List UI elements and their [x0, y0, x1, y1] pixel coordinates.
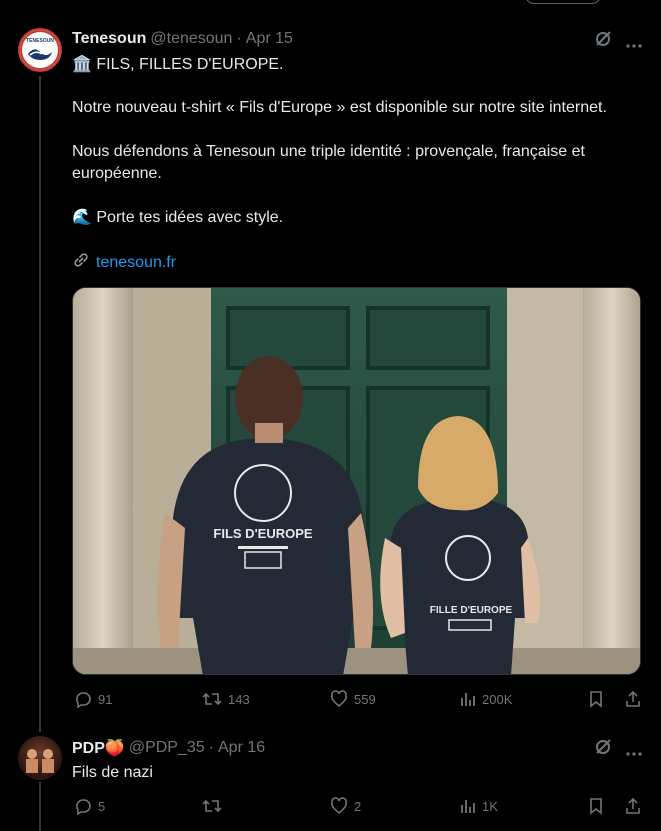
views-button[interactable]: 1K — [458, 797, 498, 815]
avatar-label: TENESOUN — [26, 38, 54, 44]
like-button[interactable]: 2 — [330, 797, 361, 815]
like-button[interactable]: 559 — [330, 690, 376, 708]
bookmark-button[interactable] — [588, 690, 604, 708]
avatar[interactable] — [18, 736, 62, 780]
reply-actions: 5 2 1K — [72, 797, 642, 817]
shirt-print-text: FILLE D'EUROPE — [430, 605, 513, 616]
separator-dot: · — [208, 739, 214, 756]
tweet-link[interactable]: tenesoun.fr — [72, 251, 176, 274]
like-count: 559 — [354, 691, 376, 707]
share-button[interactable] — [624, 797, 642, 815]
reply-icon — [76, 799, 91, 815]
view-count: 200K — [482, 691, 513, 707]
link-icon — [72, 251, 90, 274]
view-count: 1K — [482, 798, 498, 814]
heart-icon — [330, 690, 348, 708]
tweet-text-line: 🏛️ FILS, FILLES D'EUROPE. — [72, 56, 284, 73]
link-url[interactable]: tenesoun.fr — [96, 254, 176, 272]
tweet-text-line: 🌊 Porte tes idées avec style. — [72, 209, 284, 226]
share-icon — [626, 797, 640, 814]
retweet-button[interactable] — [202, 797, 228, 815]
author-handle[interactable]: @tenesoun — [150, 30, 232, 48]
more-options-icon[interactable] — [626, 35, 642, 49]
views-button[interactable]: 200K — [458, 690, 512, 708]
author-handle[interactable]: @PDP_35 — [129, 739, 205, 757]
retweet-icon — [202, 692, 222, 706]
reply-icon — [76, 692, 91, 708]
bar-chart-icon — [461, 693, 475, 706]
bookmark-icon — [590, 691, 602, 708]
tweet-actions: 91 143 559 200K — [72, 690, 642, 710]
share-button[interactable] — [624, 690, 642, 708]
avatar[interactable]: TENESOUN — [18, 28, 62, 72]
reply-button[interactable]: 91 — [74, 690, 112, 708]
reply-date[interactable]: Apr 16 — [218, 739, 265, 757]
heart-icon — [330, 797, 348, 815]
reply-button[interactable]: 5 — [74, 797, 105, 815]
separator-dot: · — [236, 30, 242, 47]
thread-connector — [39, 76, 41, 732]
photo-image: FILS D'EUROPE FILLE D'EUROPE — [73, 288, 640, 674]
reply-text: Fils de nazi — [72, 764, 153, 781]
thread-connector — [39, 782, 41, 831]
reply-header: PDP🍑 @PDP_35 · Apr 16 — [72, 738, 265, 758]
tweet-date[interactable]: Apr 15 — [246, 30, 293, 48]
bookmark-button[interactable] — [588, 797, 604, 815]
author-name[interactable]: PDP🍑 — [72, 738, 125, 758]
tenesoun-logo: TENESOUN — [20, 30, 60, 70]
reply-count: 5 — [98, 798, 106, 814]
retweet-icon — [202, 799, 222, 813]
grok-icon[interactable] — [594, 30, 612, 53]
bookmark-icon — [590, 798, 602, 815]
retweet-button[interactable]: 143 — [202, 690, 250, 708]
shirt-print-text: FILS D'EUROPE — [213, 526, 312, 541]
tweet-text-line: Notre nouveau t-shirt « Fils d'Europe » … — [72, 99, 607, 116]
author-name[interactable]: Tenesoun — [72, 30, 146, 48]
grok-icon[interactable] — [594, 738, 612, 761]
tweet-text-line: Nous défendons à Tenesoun une triple ide… — [72, 143, 585, 182]
like-count: 2 — [354, 798, 362, 814]
show-more-button[interactable] — [525, 0, 601, 4]
reply-count: 91 — [98, 691, 113, 707]
bar-chart-icon — [461, 800, 475, 813]
tweet-header: Tenesoun @tenesoun · Apr 15 — [72, 30, 293, 48]
share-icon — [626, 690, 640, 707]
retweet-count: 143 — [228, 691, 250, 707]
more-options-icon[interactable] — [626, 743, 642, 757]
tweet-photo[interactable]: FILS D'EUROPE FILLE D'EUROPE — [72, 287, 641, 675]
avatar-image — [26, 749, 54, 773]
